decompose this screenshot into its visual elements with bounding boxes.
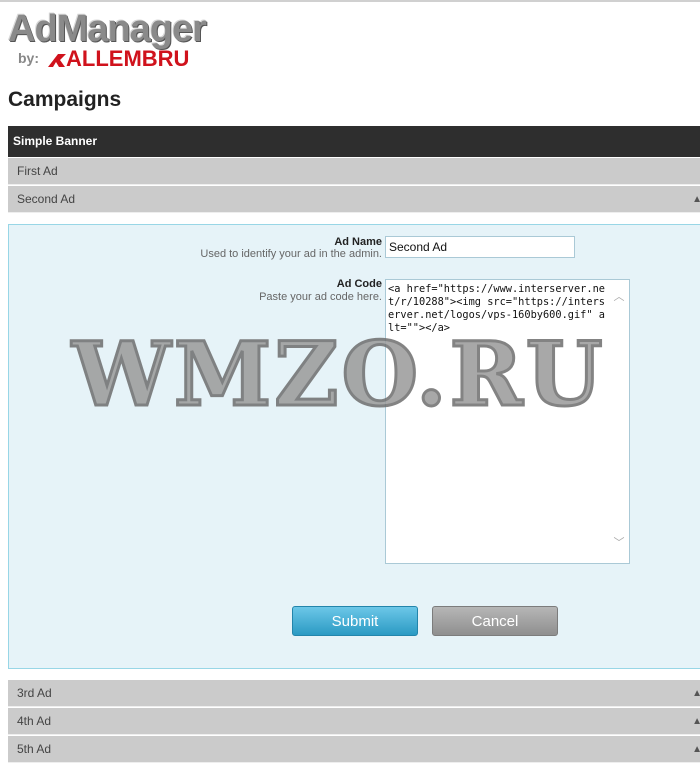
ad-code-textarea[interactable]: <a href="https://www.interserver.net/r/1… [385,279,630,564]
page-title: Campaigns [8,88,122,111]
logo-title: AdManager [8,8,207,50]
submit-button[interactable]: Submit [292,606,418,636]
scroll-up-icon[interactable]: ︿ [610,290,628,304]
ad-row-first[interactable]: First Ad [8,158,700,185]
ad-row-3rd[interactable]: 3rd Ad ▲ [8,680,700,707]
top-border [0,0,700,2]
ad-name-label: Ad Name [334,236,382,248]
ad-row-label: Second Ad [17,192,76,206]
ad-row-second[interactable]: Second Ad ▲ [8,186,700,213]
expand-caret-icon: ▲ [692,194,700,205]
campaign-header[interactable]: Simple Banner [8,126,700,157]
expand-caret-icon: ▲ [692,688,700,699]
logo-by-text: by: [18,50,39,66]
logo-brand: ALLEMBRU [66,46,190,71]
ad-row-5th[interactable]: 5th Ad ▲ [8,736,700,763]
ad-row-label: 3rd Ad [17,686,52,700]
edit-ad-panel: Ad Name Used to identify your ad in the … [8,224,700,669]
scroll-down-icon[interactable]: ﹀ [610,536,628,550]
ad-row-4th[interactable]: 4th Ad ▲ [8,708,700,735]
cancel-button[interactable]: Cancel [432,606,558,636]
expand-caret-icon: ▲ [692,744,700,755]
ad-row-label: 4th Ad [17,714,52,728]
ad-row-label: First Ad [17,164,58,178]
ad-row-label: 5th Ad [17,742,52,756]
allembru-mark-icon [48,54,66,67]
expand-caret-icon: ▲ [692,716,700,727]
ad-name-input[interactable] [385,236,575,258]
ad-name-hint: Used to identify your ad in the admin. [200,248,382,260]
ad-code-label: Ad Code [336,278,382,290]
ad-code-hint: Paste your ad code here. [259,291,382,303]
admanager-logo: AdManager by: ALLEMBRU [8,8,248,72]
